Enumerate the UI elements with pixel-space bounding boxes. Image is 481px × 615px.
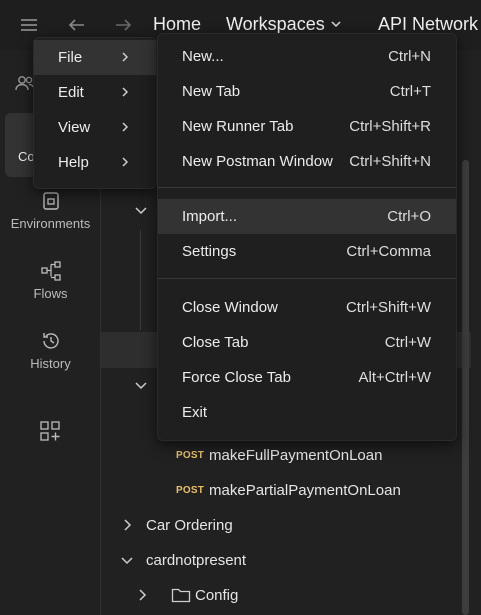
rail-flows-label: Flows [33, 286, 68, 301]
menu-item-label: Close Window [182, 299, 278, 316]
menu-item-label: New Tab [182, 83, 241, 100]
chevron-down-icon[interactable] [134, 203, 148, 221]
tree-guide-line [140, 230, 141, 330]
shortcut: Ctrl+T [389, 83, 431, 100]
menu-item-label: Import... [182, 208, 238, 225]
rail-item-history[interactable]: History [0, 330, 101, 371]
menu-item-view[interactable]: View [34, 110, 156, 145]
menu-item-settings[interactable]: Settings Ctrl+Comma [158, 234, 456, 269]
rail-item-flows[interactable]: Flows [0, 260, 101, 301]
chevron-right-icon [122, 157, 129, 167]
menu-item-label: File [58, 49, 83, 66]
menu-item-label: Help [58, 154, 89, 171]
folder-name: Car Ordering [146, 516, 233, 534]
request-item[interactable]: POST makePartialPaymentOnLoan [101, 474, 471, 506]
folder-item[interactable]: Car Ordering [101, 509, 471, 541]
workspaces-dropdown[interactable]: Workspaces [226, 14, 342, 35]
rail-history-label: History [30, 356, 71, 371]
menu-item-label: New Runner Tab [182, 118, 294, 135]
chevron-down-icon [331, 21, 341, 28]
menu-item-file[interactable]: File [34, 40, 156, 75]
menu-item-help[interactable]: Help [34, 145, 156, 180]
menu-item-close-window[interactable]: Close Window Ctrl+Shift+W [158, 290, 456, 325]
menu-separator [158, 187, 456, 188]
api-network-link[interactable]: API Network [378, 14, 478, 35]
forward-arrow-icon[interactable] [112, 14, 134, 36]
chevron-right-icon [122, 122, 129, 132]
menu-item-label: Exit [182, 404, 208, 421]
menu-separator [158, 278, 456, 279]
shortcut: Ctrl+Comma [346, 243, 431, 260]
hamburger-menu-icon[interactable] [18, 14, 40, 36]
chevron-down-icon[interactable] [134, 378, 148, 396]
menu-item-new-postman-window[interactable]: New Postman Window Ctrl+Shift+N [158, 144, 456, 179]
history-icon [40, 330, 62, 352]
menu-item-label: View [58, 119, 91, 136]
shortcut: Alt+Ctrl+W [358, 369, 431, 386]
environment-icon [40, 190, 62, 212]
rail-environments-label: Environments [10, 216, 91, 231]
menu-item-label: New... [182, 48, 224, 65]
menu-item-force-close-tab[interactable]: Force Close Tab Alt+Ctrl+W [158, 360, 456, 395]
chevron-right-icon [122, 87, 129, 97]
workspaces-label: Workspaces [226, 14, 325, 34]
file-submenu: New... Ctrl+N New Tab Ctrl+T New Runner … [157, 33, 457, 441]
home-link[interactable]: Home [153, 14, 201, 35]
menu-item-close-tab[interactable]: Close Tab Ctrl+W [158, 325, 456, 360]
folder-name: Config [195, 586, 239, 604]
shortcut: Ctrl+Shift+W [345, 299, 431, 316]
shortcut: Ctrl+O [387, 208, 431, 225]
menu-item-label: Force Close Tab [182, 369, 291, 386]
menu-item-new[interactable]: New... Ctrl+N [158, 39, 456, 74]
folder-item[interactable]: cardnotpresent [101, 544, 471, 576]
method-badge: POST [176, 484, 205, 496]
folder-name: cardnotpresent [146, 551, 247, 569]
menu-item-exit[interactable]: Exit [158, 395, 456, 430]
menu-item-import[interactable]: Import... Ctrl+O [158, 199, 456, 234]
method-badge: POST [176, 449, 205, 461]
request-name: makePartialPaymentOnLoan [209, 481, 401, 499]
shortcut: Ctrl+N [388, 48, 431, 65]
menu-item-edit[interactable]: Edit [34, 75, 156, 110]
menu-item-new-runner-tab[interactable]: New Runner Tab Ctrl+Shift+R [158, 109, 456, 144]
shortcut: Ctrl+Shift+R [349, 118, 431, 135]
request-item[interactable]: POST makeFullPaymentOnLoan [101, 439, 471, 471]
menu-item-label: Settings [182, 243, 237, 260]
chevron-down-icon [121, 557, 133, 565]
chevron-right-icon [124, 519, 132, 531]
menu-item-label: Edit [58, 84, 84, 101]
shortcut: Ctrl+Shift+N [349, 153, 431, 170]
folder-item[interactable]: Config [101, 579, 471, 611]
add-widgets-icon[interactable] [39, 420, 61, 442]
app-menu: File Edit View Help [33, 37, 157, 189]
flows-icon [40, 260, 62, 282]
menu-item-new-tab[interactable]: New Tab Ctrl+T [158, 74, 456, 109]
back-arrow-icon[interactable] [66, 14, 88, 36]
chevron-right-icon [122, 52, 129, 62]
menu-item-label: Close Tab [182, 334, 249, 351]
menu-item-label: New Postman Window [182, 153, 333, 170]
shortcut: Ctrl+W [384, 334, 431, 351]
folder-icon [171, 588, 191, 603]
chevron-right-icon [139, 589, 147, 601]
request-name: makeFullPaymentOnLoan [209, 446, 383, 464]
rail-item-environments[interactable]: Environments [0, 190, 101, 231]
